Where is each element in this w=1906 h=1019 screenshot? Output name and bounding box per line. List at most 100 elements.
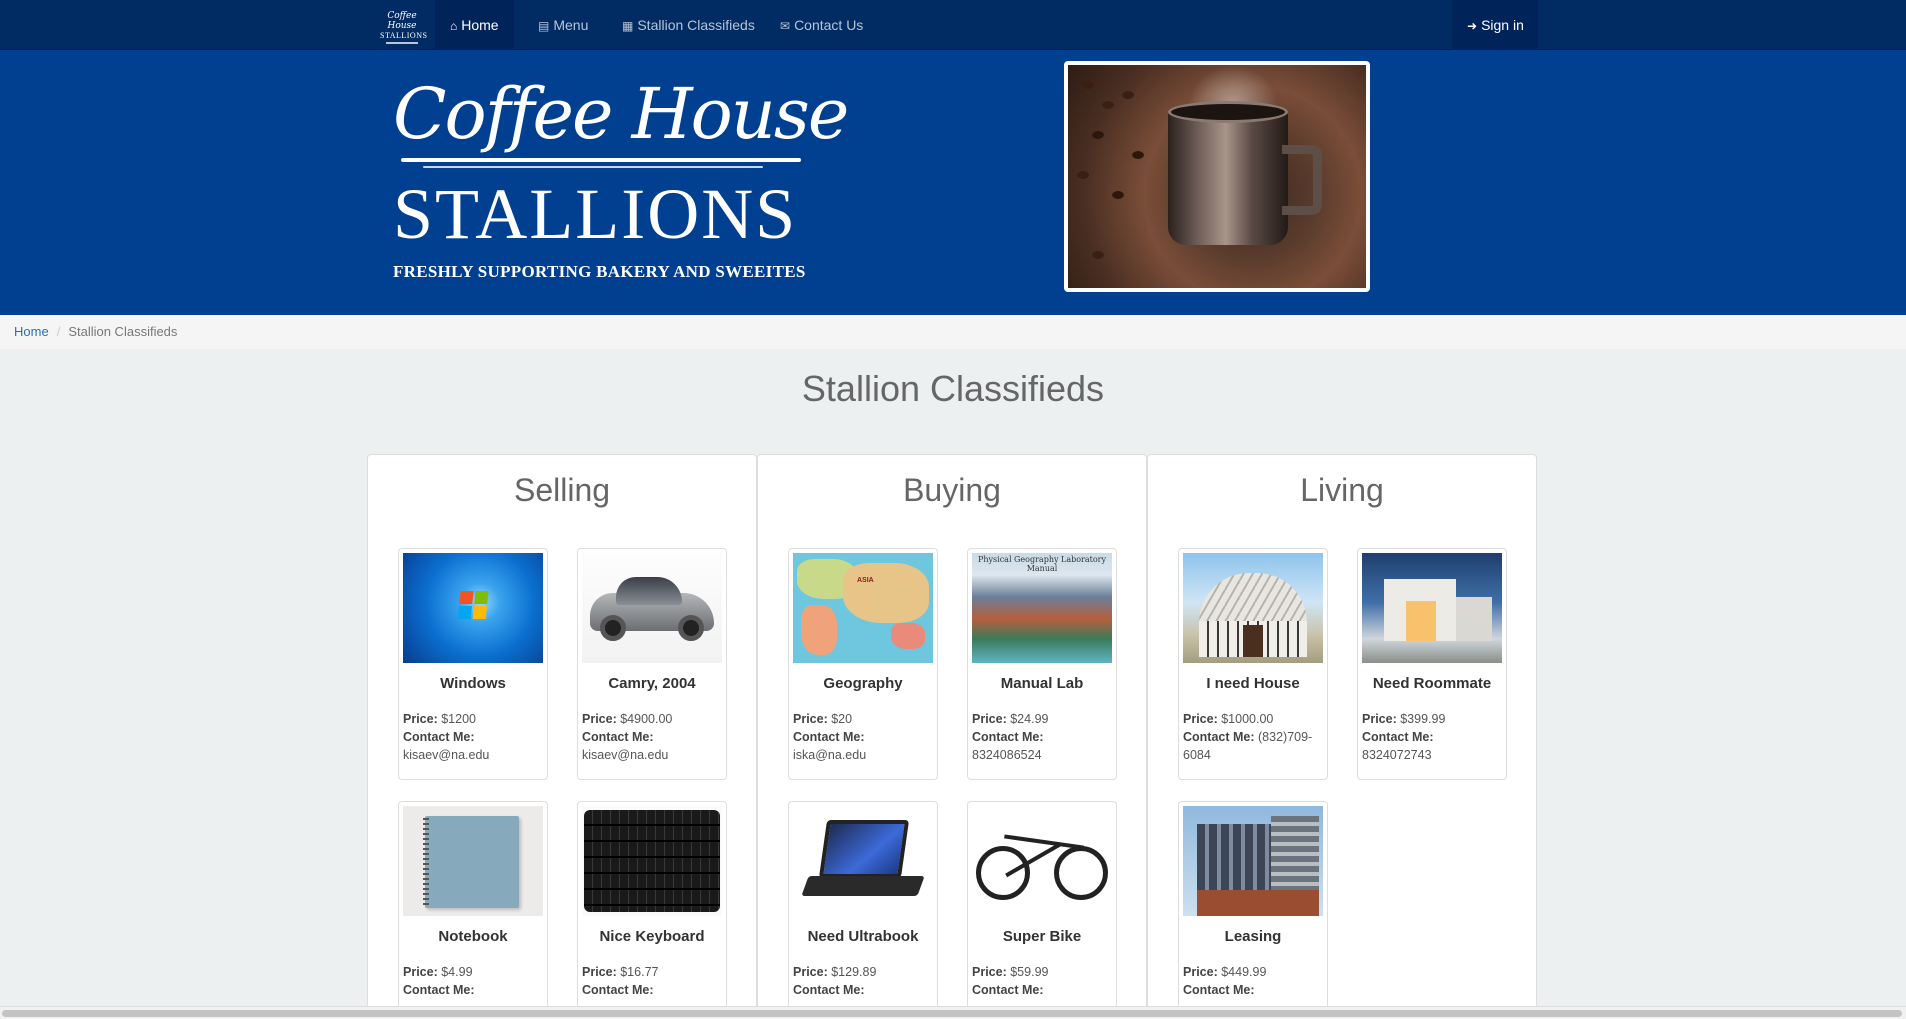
listing-card[interactable]: Physical Geography Laboratory Manual Man… bbox=[967, 548, 1117, 780]
listing-price: $4.99 bbox=[441, 965, 473, 979]
sign-in-icon: ➜ bbox=[1467, 19, 1478, 33]
price-label: Price: bbox=[1362, 712, 1397, 726]
newspaper-icon: ▦ bbox=[622, 19, 634, 33]
contact-label: Contact Me: bbox=[972, 730, 1044, 744]
listing-title[interactable]: Windows bbox=[403, 675, 543, 692]
listing-title[interactable]: Camry, 2004 bbox=[582, 675, 722, 692]
listing-price: $24.99 bbox=[1010, 712, 1049, 726]
scrollbar-thumb[interactable] bbox=[2, 1010, 1902, 1017]
listing-card[interactable]: Need Roommate Price: $399.99 Contact Me:… bbox=[1357, 548, 1507, 780]
listing-title[interactable]: I need House bbox=[1183, 675, 1323, 692]
listing-card[interactable]: Nice Keyboard Price: $16.77 Contact Me: bbox=[577, 801, 727, 1019]
listing-title[interactable]: Geography bbox=[793, 675, 933, 692]
listing-card[interactable]: Camry, 2004 Price: $4900.00 Contact Me: … bbox=[577, 548, 727, 780]
listing-price: $399.99 bbox=[1400, 712, 1446, 726]
listing-title[interactable]: Need Ultrabook bbox=[793, 928, 933, 945]
price-label: Price: bbox=[1183, 965, 1218, 979]
site-logo: Coffee House STALLIONS FRESHLY SUPPORTIN… bbox=[393, 74, 849, 281]
listing-price: $59.99 bbox=[1010, 965, 1049, 979]
hero-banner: Coffee House STALLIONS FRESHLY SUPPORTIN… bbox=[0, 50, 1906, 315]
price-label: Price: bbox=[793, 965, 828, 979]
windows-logo-icon bbox=[457, 591, 490, 621]
listing-card[interactable]: Notebook Price: $4.99 Contact Me: bbox=[398, 801, 548, 1019]
price-label: Price: bbox=[793, 712, 828, 726]
listing-info: Price: $449.99 Contact Me: bbox=[1183, 963, 1323, 999]
listing-card[interactable]: ASIA Geography Price: $20 Contact Me: is… bbox=[788, 548, 938, 780]
listing-title[interactable]: Manual Lab bbox=[972, 675, 1112, 692]
keyboard-thumbnail bbox=[582, 806, 722, 916]
coffee-mug-image bbox=[1168, 110, 1288, 245]
sign-in-button[interactable]: ➜ Sign in bbox=[1452, 0, 1538, 50]
listing-title[interactable]: Need Roommate bbox=[1362, 675, 1502, 692]
listing-title[interactable]: Super Bike bbox=[972, 928, 1112, 945]
listing-contact: 8324086524 bbox=[972, 748, 1042, 762]
listing-contact: 8324072743 bbox=[1362, 748, 1432, 762]
brand-script: Coffee House bbox=[387, 11, 417, 31]
listing-title[interactable]: Notebook bbox=[403, 928, 543, 945]
price-label: Price: bbox=[582, 965, 617, 979]
map-thumbnail: ASIA bbox=[793, 553, 933, 663]
listing-price: $129.89 bbox=[831, 965, 877, 979]
listing-contact: kisaev@na.edu bbox=[582, 748, 669, 762]
listing-info: Price: $129.89 Contact Me: bbox=[793, 963, 933, 999]
listing-card[interactable]: Leasing Price: $449.99 Contact Me: bbox=[1178, 801, 1328, 1019]
breadcrumb: Home / Stallion Classifieds bbox=[0, 315, 1906, 349]
buying-title: Buying bbox=[903, 472, 1001, 508]
contact-label: Contact Me: bbox=[972, 983, 1044, 997]
listing-info: Price: $399.99 Contact Me: 8324072743 bbox=[1362, 710, 1502, 764]
logo-swash-secondary bbox=[423, 166, 763, 168]
nav-contact[interactable]: ✉ Contact Us bbox=[765, 0, 878, 50]
breadcrumb-home-link[interactable]: Home bbox=[14, 324, 49, 339]
listing-price: $4900.00 bbox=[620, 712, 673, 726]
listing-contact: 6084 bbox=[1183, 748, 1211, 762]
car-thumbnail bbox=[582, 553, 722, 663]
nav-menu[interactable]: ▤ Menu bbox=[523, 0, 603, 50]
living-title: Living bbox=[1300, 472, 1384, 508]
listing-title[interactable]: Nice Keyboard bbox=[582, 928, 722, 945]
contact-label: Contact Me: bbox=[1183, 730, 1255, 744]
listing-price: $16.77 bbox=[620, 965, 659, 979]
listing-price: $20 bbox=[831, 712, 853, 726]
price-label: Price: bbox=[972, 712, 1007, 726]
horizontal-scrollbar[interactable] bbox=[0, 1006, 1906, 1019]
nav-home[interactable]: ⌂ Home bbox=[435, 0, 514, 50]
windows-thumbnail bbox=[403, 553, 543, 663]
logo-title: STALLIONS bbox=[393, 174, 798, 254]
logo-tagline: FRESHLY SUPPORTING BAKERY AND SWEEITES bbox=[393, 262, 806, 281]
nav-home-label: Home bbox=[461, 17, 499, 33]
listing-card[interactable]: Super Bike Price: $59.99 Contact Me: bbox=[967, 801, 1117, 1019]
listing-info: Price: $1200 Contact Me: kisaev@na.edu bbox=[403, 710, 543, 764]
listing-price: $449.99 bbox=[1221, 965, 1267, 979]
map-label: ASIA bbox=[857, 577, 874, 584]
page-title: Stallion Classifieds bbox=[801, 368, 1105, 409]
home-icon: ⌂ bbox=[450, 19, 458, 33]
hero-coffee-photo bbox=[1064, 61, 1370, 292]
breadcrumb-separator: / bbox=[56, 324, 61, 339]
bike-thumbnail bbox=[972, 806, 1112, 916]
manual-cover-title: Physical Geography Laboratory Manual bbox=[977, 555, 1107, 573]
listing-card[interactable]: I need House Price: $1000.00 Contact Me:… bbox=[1178, 548, 1328, 780]
listing-price: $1200 bbox=[441, 712, 476, 726]
listing-info: Price: $1000.00 Contact Me: (832)709- 60… bbox=[1183, 710, 1323, 764]
listing-contact: iska@na.edu bbox=[793, 748, 867, 762]
laptop-thumbnail bbox=[793, 806, 933, 916]
price-label: Price: bbox=[972, 965, 1007, 979]
listing-title[interactable]: Leasing bbox=[1183, 928, 1323, 945]
brand-logo[interactable]: Coffee House STALLIONS bbox=[380, 11, 427, 44]
listing-info: Price: $24.99 Contact Me: 8324086524 bbox=[972, 710, 1112, 764]
apartment-thumbnail bbox=[1183, 806, 1323, 916]
sign-in-label: Sign in bbox=[1481, 17, 1524, 33]
envelope-icon: ✉ bbox=[780, 19, 791, 33]
listing-contact: kisaev@na.edu bbox=[403, 748, 490, 762]
contact-label: Contact Me: bbox=[582, 730, 654, 744]
selling-title: Selling bbox=[513, 472, 611, 508]
living-column: Living I need House Price: $1000.00 Cont… bbox=[1147, 454, 1537, 1019]
selling-column: Selling Windows Price: $1200 Contact Me:… bbox=[367, 454, 757, 1019]
price-label: Price: bbox=[403, 712, 438, 726]
nav-classifieds-label: Stallion Classifieds bbox=[637, 17, 755, 33]
contact-label: Contact Me: bbox=[403, 730, 475, 744]
listing-card[interactable]: Need Ultrabook Price: $129.89 Contact Me… bbox=[788, 801, 938, 1019]
nav-classifieds[interactable]: ▦ Stallion Classifieds bbox=[607, 0, 770, 50]
listing-card[interactable]: Windows Price: $1200 Contact Me: kisaev@… bbox=[398, 548, 548, 780]
contact-label: Contact Me: bbox=[403, 983, 475, 997]
